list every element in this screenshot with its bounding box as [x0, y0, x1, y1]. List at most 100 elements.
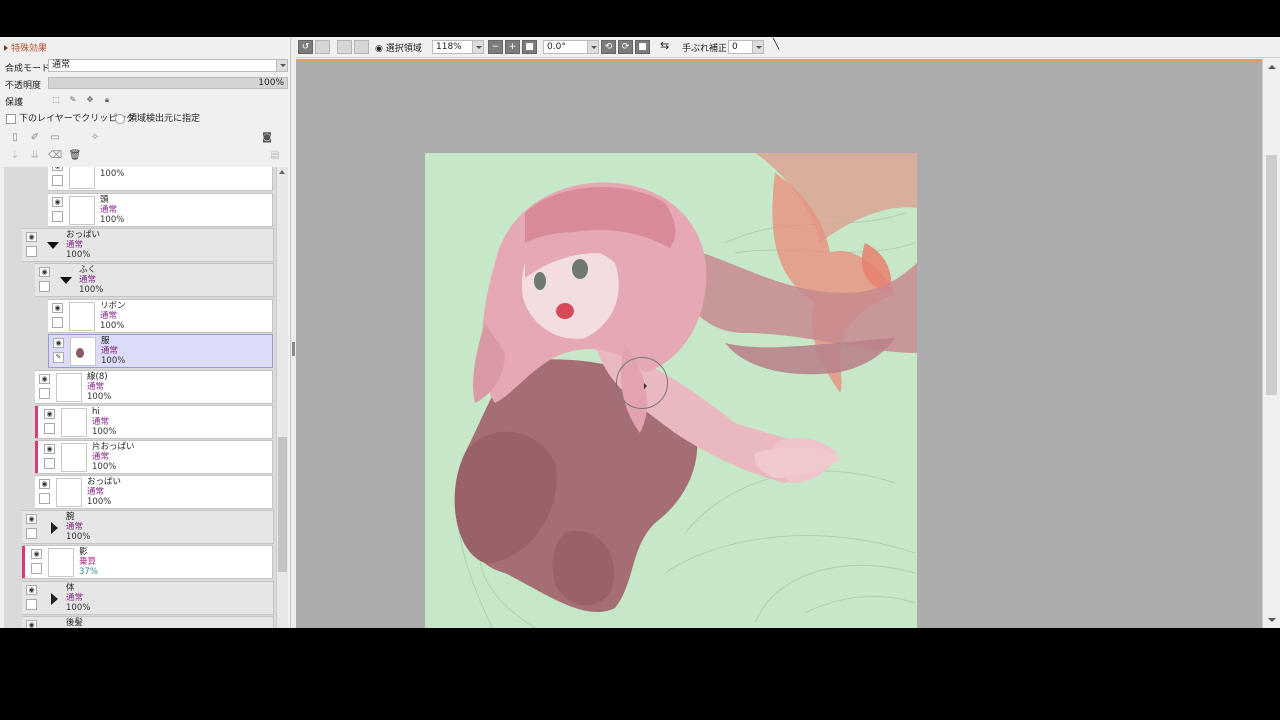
scrollbar-thumb[interactable] [1266, 155, 1277, 395]
layer-item[interactable]: ◉ リボン 通常 100% [48, 299, 273, 333]
lock-icon[interactable]: 🔒︎ [101, 94, 113, 106]
canvas-viewport[interactable] [296, 59, 1262, 628]
eye-icon[interactable]: ◉ [44, 444, 55, 454]
layer-item[interactable]: ◉ 片おっぱい 通常 100% [35, 440, 273, 474]
stabilizer-select[interactable]: 0 [728, 40, 764, 54]
layer-item[interactable]: ◉ 影乗算 37% [22, 545, 273, 579]
lock-checkbox[interactable] [39, 493, 50, 504]
lock-checkbox[interactable] [26, 246, 37, 257]
rotate-reset-icon[interactable]: ■ [635, 40, 650, 54]
new-folder-icon[interactable]: ▭ [48, 131, 62, 145]
folder-collapsed-icon[interactable] [51, 522, 58, 534]
transparency-lock-icon[interactable]: ⬚ [50, 94, 62, 106]
chevron-down-icon[interactable] [752, 41, 763, 53]
layer-item-selected[interactable]: ◉ ✎ 服通常 100% [48, 334, 273, 368]
folder-collapsed-icon[interactable] [51, 593, 58, 605]
eye-icon[interactable]: ◉ [26, 620, 37, 628]
layer-thumbnail [70, 337, 96, 366]
layer-list-scrollbar[interactable] [276, 167, 288, 628]
layer-item[interactable]: ◉ 通常100% [48, 167, 273, 191]
new-effect-layer-icon[interactable]: ✧ [88, 131, 102, 145]
eye-icon[interactable]: ◉ [39, 479, 50, 489]
lock-checkbox[interactable] [39, 281, 50, 292]
chevron-down-icon[interactable] [587, 41, 598, 53]
scroll-down-icon[interactable] [1268, 618, 1276, 622]
undo-icon[interactable]: ↺ [298, 40, 313, 54]
layer-item[interactable]: ◉ hi 通常 100% [35, 405, 273, 439]
eye-icon[interactable]: ◉ [39, 374, 50, 384]
move-lock-icon[interactable]: ✥ [84, 94, 96, 106]
rotation-select[interactable]: 0.0° [543, 40, 599, 54]
eye-icon[interactable]: ◉ [39, 267, 50, 277]
eye-icon[interactable]: ◉ [26, 232, 37, 242]
layer-item[interactable]: ◉ 頭通常 100% [48, 193, 273, 227]
layer-name: おっぱい [87, 477, 122, 487]
eye-icon[interactable]: ◉ [26, 585, 37, 595]
eye-icon[interactable]: ◉ [53, 338, 64, 348]
merge-down-icon[interactable]: ⇊ [28, 149, 42, 163]
lock-checkbox[interactable] [39, 388, 50, 399]
splitter-grip[interactable] [292, 342, 295, 356]
scroll-up-icon[interactable] [1268, 65, 1276, 69]
scrollbar-thumb[interactable] [278, 437, 287, 572]
lock-checkbox[interactable] [44, 458, 55, 469]
eye-icon[interactable]: ◉ [26, 514, 37, 524]
chevron-down-icon[interactable] [276, 60, 287, 71]
clear-layer-icon[interactable]: ⌫ [48, 149, 62, 163]
zoom-reset-icon[interactable]: ■ [522, 40, 537, 54]
chevron-down-icon[interactable] [472, 41, 483, 53]
eye-icon[interactable]: ◉ [31, 549, 42, 559]
layer-folder[interactable]: ◉ おっぱい 通常 100% [22, 228, 274, 262]
layer-opacity: 100% [100, 215, 125, 225]
layer-name: hi [92, 407, 100, 417]
layer-folder[interactable]: ◉ 後髪通常 [22, 616, 274, 628]
layer-property-icon[interactable]: ▤ [268, 149, 282, 163]
zoom-select[interactable]: 118% [432, 40, 484, 54]
rotate-left-icon[interactable]: ⟲ [601, 40, 616, 54]
drawing-canvas[interactable] [425, 153, 917, 628]
lock-checkbox[interactable] [52, 317, 63, 328]
clipping-checkbox[interactable] [6, 113, 16, 124]
new-layer-icon[interactable]: ▯ [8, 131, 22, 145]
eye-icon[interactable]: ◉ [52, 167, 63, 171]
rotate-right-icon[interactable]: ⟳ [618, 40, 633, 54]
scroll-up-icon[interactable] [279, 170, 285, 174]
lock-checkbox[interactable] [26, 528, 37, 539]
lock-checkbox[interactable] [31, 563, 42, 574]
trash-icon[interactable]: 🗑︎ [68, 149, 82, 163]
layer-mode: 通常 [101, 346, 119, 356]
area-detect-option[interactable]: 領域検出元に指定 [115, 111, 200, 124]
redo-icon[interactable] [315, 40, 330, 54]
folder-expanded-icon[interactable] [47, 242, 59, 249]
eye-icon[interactable]: ◉ [44, 409, 55, 419]
invert-selection-icon[interactable] [354, 40, 369, 54]
zoom-out-icon[interactable]: − [488, 40, 503, 54]
eye-icon[interactable]: ◉ [52, 303, 63, 313]
folder-expanded-icon[interactable] [60, 277, 72, 284]
special-effects-header[interactable]: 特殊効果 [4, 41, 47, 54]
layer-folder[interactable]: ◉ ふく 通常 100% [35, 263, 274, 297]
lock-checkbox[interactable] [44, 423, 55, 434]
zoom-in-icon[interactable]: + [505, 40, 520, 54]
pen-edit-icon[interactable]: ✎ [53, 352, 64, 363]
canvas-scrollbar[interactable] [1262, 59, 1280, 628]
deselect-icon[interactable] [337, 40, 352, 54]
layer-menu-icon[interactable]: ◙ [260, 131, 274, 145]
lock-checkbox[interactable] [52, 211, 63, 222]
layer-folder[interactable]: ◉ 体通常 100% [22, 581, 274, 615]
selection-toggle[interactable]: ◉ 選択領域 [375, 41, 422, 54]
new-pen-layer-icon[interactable]: ✐ [28, 131, 42, 145]
transfer-down-icon[interactable]: ⇣ [8, 149, 22, 163]
layer-item[interactable]: ◉ おっぱい 通常 100% [35, 475, 273, 509]
area-detect-checkbox[interactable] [115, 113, 125, 124]
lock-checkbox[interactable] [52, 175, 63, 186]
layer-folder[interactable]: ◉ 腕通常 100% [22, 510, 274, 544]
paint-lock-icon[interactable]: ✎ [67, 94, 79, 106]
opacity-slider[interactable]: 100% [48, 77, 288, 89]
layer-item[interactable]: ◉ 線(8) 通常 100% [35, 370, 273, 404]
pen-angle-icon[interactable]: ╲ [773, 39, 779, 50]
eye-icon[interactable]: ◉ [52, 197, 63, 207]
flip-horizontal-icon[interactable]: ⇆ [660, 39, 669, 52]
lock-checkbox[interactable] [26, 599, 37, 610]
blend-mode-select[interactable]: 通常 [48, 59, 288, 72]
